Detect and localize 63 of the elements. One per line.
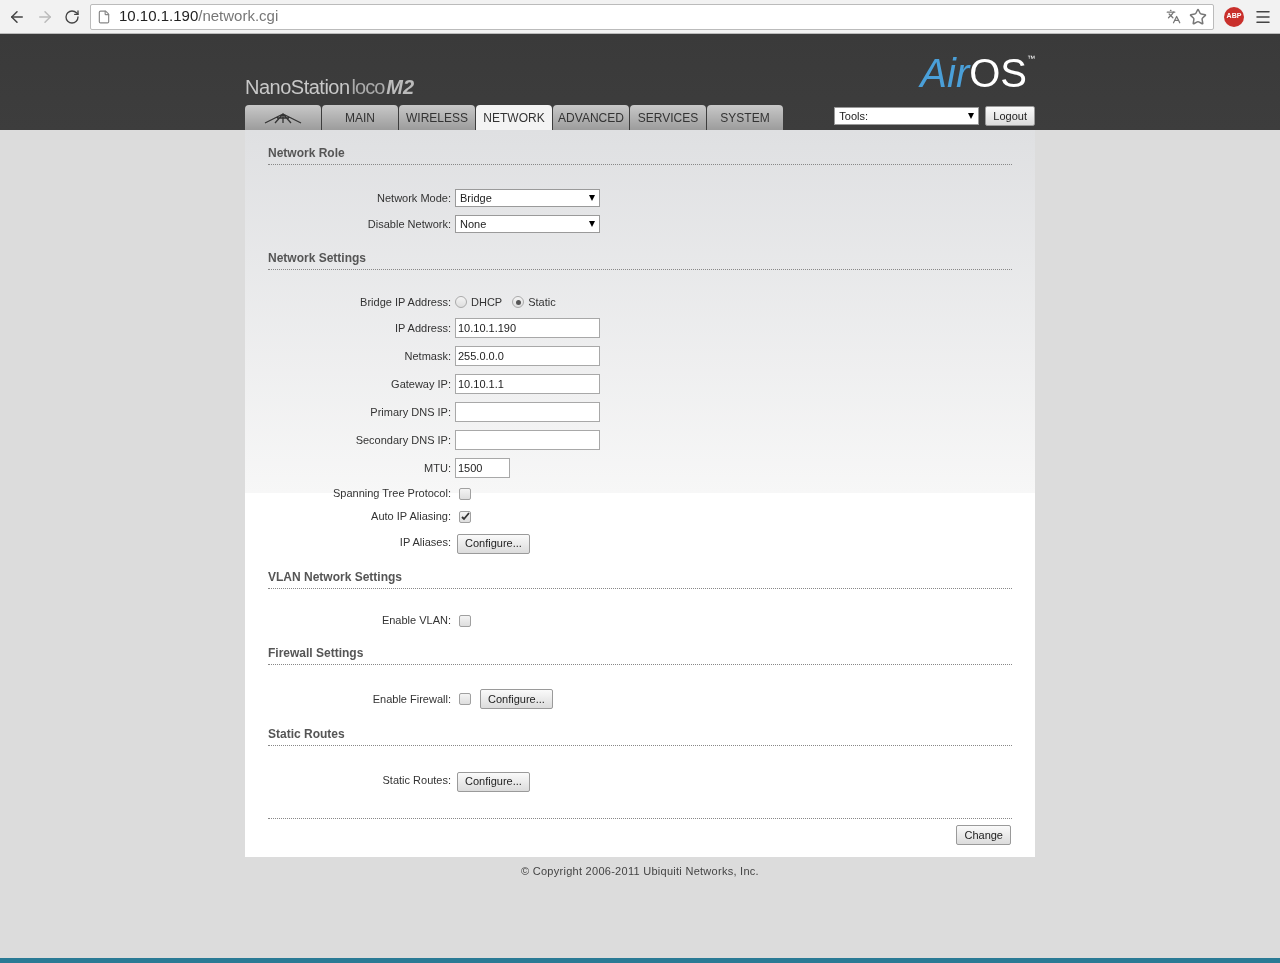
reload-icon[interactable]: [64, 8, 80, 25]
field-label: Gateway IP:: [390, 376, 451, 392]
nav-tab[interactable]: MAIN: [322, 105, 398, 130]
configure-button[interactable]: Configure...: [480, 689, 553, 709]
text-field[interactable]: 10.10.1.1: [455, 374, 600, 394]
field-label: Static Routes:: [381, 772, 451, 788]
dropdown-field[interactable]: Bridge: [455, 189, 600, 207]
section-heading: Network Role: [268, 144, 1012, 165]
change-button[interactable]: Change: [956, 825, 1011, 845]
text-field[interactable]: 1500: [455, 458, 510, 478]
field-label: Spanning Tree Protocol:: [331, 486, 451, 502]
checkbox[interactable]: [459, 487, 471, 500]
text-field[interactable]: [455, 402, 600, 422]
home-tab[interactable]: [245, 105, 321, 130]
text-field[interactable]: 255.0.0.0: [455, 346, 600, 366]
text-field[interactable]: 10.10.1.190: [455, 318, 600, 338]
nav-tab[interactable]: ADVANCED: [553, 105, 629, 130]
field-label: MTU:: [423, 460, 451, 476]
radio-label: DHCP: [471, 294, 503, 310]
field-label: Enable Firewall:: [371, 691, 451, 707]
field-label: Secondary DNS IP:: [354, 432, 451, 448]
dropdown-arrow-icon: [589, 195, 595, 201]
field-label: Primary DNS IP:: [369, 404, 451, 420]
configure-button[interactable]: Configure...: [457, 771, 530, 792]
field-label: Enable VLAN:: [380, 613, 451, 629]
checkmark-icon: [460, 512, 470, 521]
checkbox[interactable]: [459, 510, 471, 523]
radio-label: Static: [528, 294, 556, 310]
dropdown-field[interactable]: None: [455, 215, 600, 233]
section-heading: Network Settings: [268, 249, 1012, 270]
url-text: 10.10.1.190/network.cgi: [119, 6, 280, 27]
field-label: IP Aliases:: [398, 534, 451, 550]
address-bar[interactable]: 10.10.1.190/network.cgi: [90, 3, 1214, 30]
checkbox[interactable]: [459, 693, 471, 705]
nav-tab[interactable]: NETWORK: [476, 105, 552, 130]
nav-tab[interactable]: SERVICES: [630, 105, 706, 130]
logout-button[interactable]: Logout: [985, 106, 1035, 126]
nav-tab[interactable]: SYSTEM: [707, 105, 783, 130]
product-logo: NanoStationlocoM2: [245, 77, 415, 97]
field-label: IP Address:: [393, 320, 451, 336]
dropdown-arrow-icon: [589, 221, 595, 227]
copyright-text: © Copyright 2006-2011 Ubiquiti Networks, Inc.: [521, 864, 759, 879]
radio-button[interactable]: [512, 296, 525, 308]
field-label: Netmask:: [403, 348, 451, 364]
bookmark-star-icon[interactable]: [1189, 7, 1207, 26]
nav-tab[interactable]: WIRELESS: [399, 105, 475, 130]
section-heading: Static Routes: [268, 725, 1012, 746]
field-label: Network Mode:: [376, 190, 451, 206]
section-heading: VLAN Network Settings: [268, 568, 1012, 589]
section-heading: Firewall Settings: [268, 644, 1012, 665]
translate-icon[interactable]: [1166, 9, 1181, 24]
field-label: Bridge IP Address:: [359, 294, 451, 310]
text-field[interactable]: [455, 430, 600, 450]
configure-button[interactable]: Configure...: [457, 533, 530, 554]
page-icon: [97, 9, 111, 24]
field-label: Disable Network:: [366, 216, 451, 232]
tools-dropdown[interactable]: Tools:: [834, 107, 980, 125]
field-label: Auto IP Aliasing:: [370, 509, 451, 525]
checkbox[interactable]: [459, 614, 471, 627]
brand-logo: AirOS™: [920, 53, 1035, 93]
antenna-logo-icon: [263, 111, 303, 124]
dropdown-arrow-icon: [968, 113, 975, 119]
radio-button[interactable]: [455, 296, 467, 308]
